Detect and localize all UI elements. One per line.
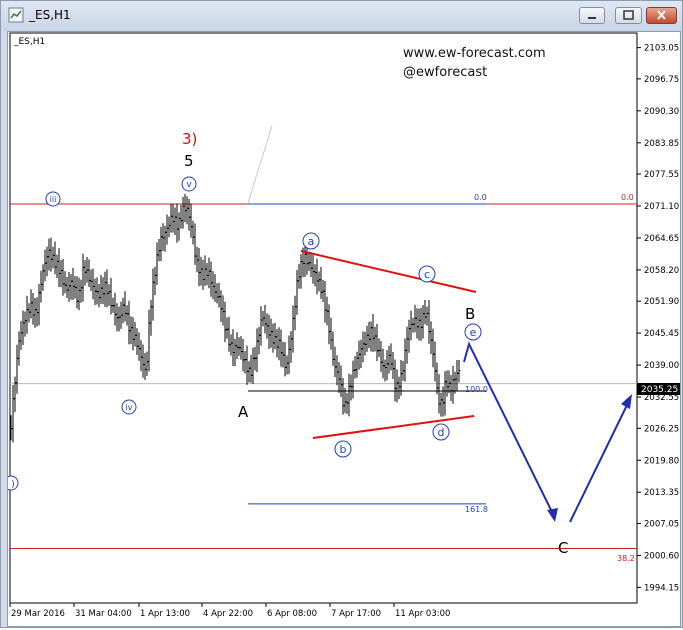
y-tick-label: 2045.45 [644,329,679,339]
x-tick-label: 6 Apr 08:00 [267,609,317,619]
y-tick-label: 2064.65 [644,234,679,244]
x-tick-label: 7 Apr 17:00 [331,609,381,619]
wave-label-iv: iv [126,403,133,412]
close-icon [657,10,666,20]
wave-label-B: B [465,305,475,323]
y-tick-label: 2026.25 [644,424,679,434]
close-button[interactable] [646,7,677,24]
x-tick-label: 4 Apr 22:00 [203,609,253,619]
watermark-handle: @ewforecast [403,65,487,80]
maximize-icon [623,10,634,20]
window-title: _ES,H1 [29,8,71,22]
y-tick-label: 2039.00 [644,361,679,371]
y-tick-label: 2096.75 [644,75,679,85]
x-tick-label: 29 Mar 2016 [11,609,65,619]
y-tick-label: 2013.35 [644,488,679,498]
wave-label-5: 5 [184,152,194,170]
y-tick-label: 2058.20 [644,266,679,276]
projection-down-line [463,341,556,519]
minimize-button[interactable] [579,7,605,24]
x-tick-label: 31 Mar 04:00 [75,609,132,619]
minimize-icon [588,17,596,19]
y-tick-label: 2071.10 [644,202,679,212]
projection-up-line [569,400,630,523]
wave-label-v: v [186,180,192,190]
wave-label-iii: iii [50,195,57,204]
y-tick-label: 2051.90 [644,297,679,307]
chart-window-icon [8,7,24,23]
y-tick-label: 2019.80 [644,456,679,466]
watermark-site: www.ew-forecast.com [403,46,546,61]
x-tick-label: 11 Apr 03:00 [395,609,450,619]
fib-label-100: 100.0 [465,385,488,394]
wave-label-c: c [424,268,430,281]
y-tick-label: 2090.30 [644,107,679,117]
wave-label-A: A [238,403,249,421]
wave-label-C: C [558,539,568,557]
fib-label-161: 161.8 [465,505,488,514]
y-tick-label: 2007.05 [644,519,679,529]
wave-label-a: a [308,235,315,248]
wave-label-d: d [438,426,445,439]
chart-area[interactable]: _ES,H1 www.ew-forecast.com @ewforecast 0… [3,31,681,627]
wave-label-e: e [470,326,477,339]
maximize-button[interactable] [615,7,642,24]
y-tick-label: 2000.60 [644,551,679,561]
plot-frame [9,32,638,604]
red-line-label-38: 38.2 [617,554,635,563]
fib-connector-line [247,125,273,204]
chart-symbol-label: _ES,H1 [13,37,45,47]
current-price-label: 2035.25 [641,385,678,395]
terminal-window: _ES,H1 _ES,H1 www.ew-forecast.com @ewfor… [0,0,683,628]
wave-label-i: ) [11,480,15,490]
wave-label-b: b [340,443,347,456]
projection-down-arrowhead [547,508,558,522]
triangle-upper-line [300,250,477,293]
y-tick-label: 2103.05 [644,44,679,54]
y-tick-label: 2077.55 [644,170,679,180]
projection-up-arrowhead [621,394,632,409]
wave-label-3: 3) [182,130,197,148]
fib-label-0: 0.0 [474,193,487,202]
triangle-lower-line [312,415,475,439]
x-tick-label: 1 Apr 13:00 [140,609,190,619]
y-tick-label: 1994.15 [644,583,679,593]
y-tick-label: 2083.85 [644,139,679,149]
red-line-label-0: 0.0 [621,193,634,202]
title-bar[interactable]: _ES,H1 [1,1,682,31]
price-chart[interactable]: _ES,H1 www.ew-forecast.com @ewforecast 0… [3,32,680,626]
